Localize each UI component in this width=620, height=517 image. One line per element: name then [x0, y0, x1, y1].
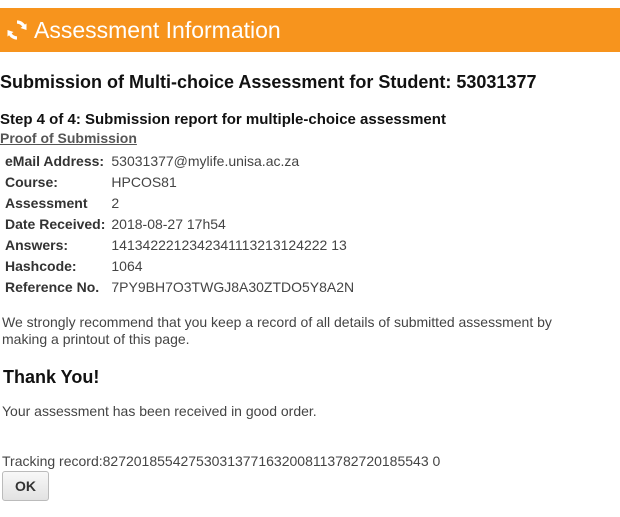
tracking-record: Tracking record:827201855427530313771632…: [2, 453, 441, 469]
detail-row-date-received: Date Received: 2018-08-27 17h54: [2, 213, 357, 234]
detail-label: Assessment: [5, 194, 88, 211]
proof-of-submission-link[interactable]: Proof of Submission: [0, 130, 137, 146]
detail-label: Hashcode:: [5, 257, 77, 274]
step-title: Step 4 of 4: Submission report for multi…: [0, 111, 446, 128]
detail-row-email: eMail Address: 53031377@mylife.unisa.ac.…: [2, 150, 357, 171]
detail-value: HPCOS81: [111, 173, 177, 190]
detail-label: Course:: [5, 173, 58, 190]
detail-value: 1064: [111, 257, 143, 274]
detail-label: Date Received:: [5, 215, 106, 232]
recommendation-text: We strongly recommend that you keep a re…: [2, 314, 552, 347]
refresh-icon: [6, 19, 28, 41]
detail-row-course: Course: HPCOS81: [2, 171, 357, 192]
detail-row-hashcode: Hashcode: 1064: [2, 255, 357, 276]
detail-value: 1413422212342341113213124222 13: [111, 236, 347, 253]
detail-value: 53031377@mylife.unisa.ac.za: [111, 152, 300, 169]
header-title: Assessment Information: [34, 16, 281, 43]
thank-you-heading: Thank You!: [3, 367, 100, 387]
detail-value: 2018-08-27 17h54: [111, 215, 226, 232]
detail-label: Reference No.: [5, 278, 100, 295]
detail-label: eMail Address:: [5, 152, 105, 169]
received-message: Your assessment has been received in goo…: [2, 403, 317, 419]
detail-label: Answers:: [5, 236, 69, 253]
detail-value: 7PY9BH7O3TWGJ8A30ZTDO5Y8A2N: [111, 278, 355, 295]
header-bar: Assessment Information: [0, 8, 620, 52]
page-title: Submission of Multi-choice Assessment fo…: [0, 72, 537, 92]
submission-details-table: eMail Address: 53031377@mylife.unisa.ac.…: [2, 150, 357, 297]
detail-row-assessment: Assessment 2: [2, 192, 357, 213]
ok-button[interactable]: OK: [2, 471, 49, 501]
detail-value: 2: [111, 194, 120, 211]
detail-row-reference: Reference No. 7PY9BH7O3TWGJ8A30ZTDO5Y8A2…: [2, 276, 357, 297]
detail-row-answers: Answers: 1413422212342341113213124222 13: [2, 234, 357, 255]
